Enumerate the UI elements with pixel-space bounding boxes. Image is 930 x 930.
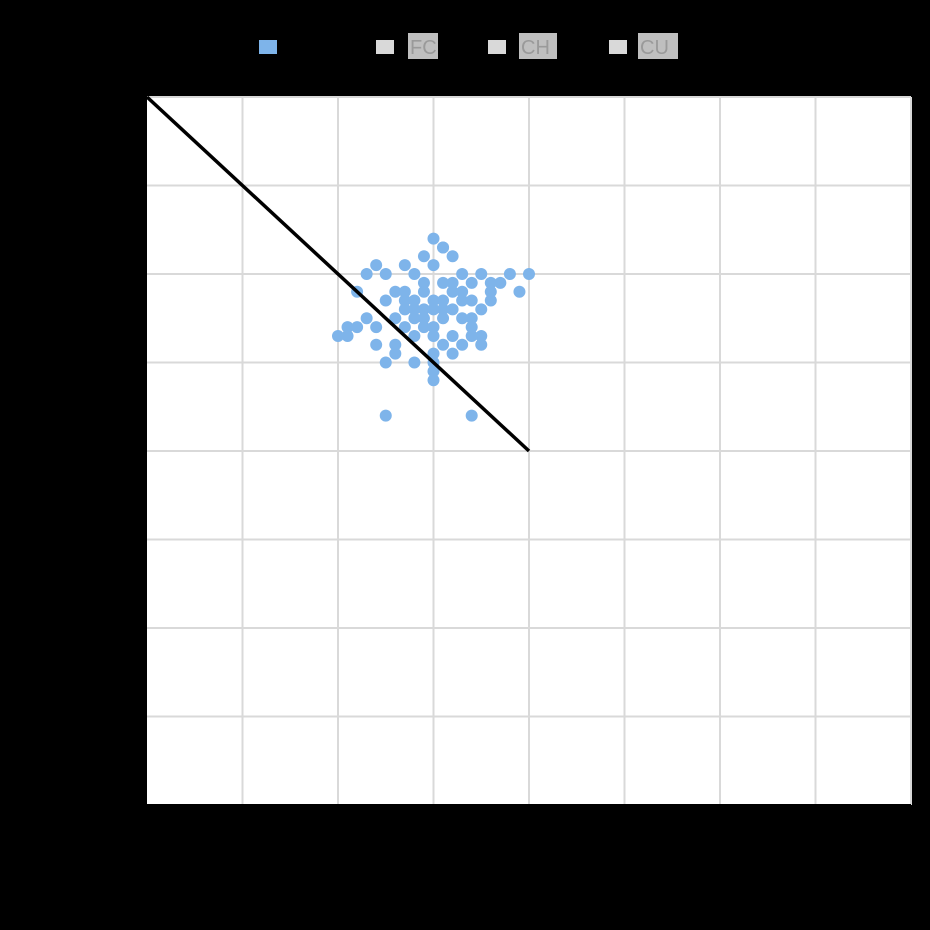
data-point-0-26 <box>417 250 430 263</box>
legend-label-2: CH <box>521 37 550 59</box>
data-point-0-48 <box>370 338 383 351</box>
data-point-0-72 <box>389 285 402 298</box>
data-point-0-21 <box>475 303 488 316</box>
data-point-0-43 <box>513 285 526 298</box>
data-point-0-18 <box>379 294 392 307</box>
data-point-0-57 <box>427 374 440 387</box>
data-point-0-9 <box>446 329 459 342</box>
data-point-0-49 <box>389 347 402 360</box>
data-point-0-68 <box>446 303 459 316</box>
legend-swatch-1 <box>376 40 394 54</box>
data-point-0-37 <box>427 232 440 245</box>
data-point-0-73 <box>465 312 478 325</box>
data-point-0-41 <box>475 268 488 280</box>
data-point-0-35 <box>370 259 383 272</box>
data-point-0-62 <box>484 285 497 298</box>
data-point-0-76 <box>437 294 450 307</box>
data-point-0-12 <box>437 338 450 351</box>
data-point-0-24 <box>370 321 383 334</box>
data-point-0-64 <box>417 285 430 298</box>
data-point-0-42 <box>494 276 507 289</box>
data-point-0-54 <box>465 329 478 342</box>
legend-swatch-0 <box>259 40 277 54</box>
data-point-0-19 <box>446 250 459 263</box>
data-point-0-45 <box>503 268 516 280</box>
data-point-0-51 <box>408 356 421 369</box>
data-point-0-44 <box>523 268 535 280</box>
data-point-0-27 <box>456 338 469 351</box>
data-point-0-58 <box>379 409 392 422</box>
legend-swatch-3 <box>609 40 627 54</box>
legend-label-1: FC <box>410 37 437 59</box>
data-point-0-74 <box>456 294 469 307</box>
data-point-0-16 <box>427 259 440 272</box>
data-point-0-77 <box>408 294 421 307</box>
legend-swatch-2 <box>488 40 506 54</box>
data-point-0-30 <box>408 268 421 280</box>
data-point-0-38 <box>437 241 450 254</box>
data-point-0-70 <box>417 321 430 334</box>
scatter-chart: FC CH CU <box>0 0 930 930</box>
data-point-0-69 <box>427 329 440 342</box>
data-point-0-61 <box>332 329 344 342</box>
data-point-0-71 <box>446 276 459 289</box>
data-point-0-55 <box>475 338 488 351</box>
data-point-0-50 <box>379 356 392 369</box>
data-point-0-53 <box>446 347 459 360</box>
legend-label-3: CU <box>640 37 669 59</box>
data-point-0-59 <box>465 409 478 422</box>
data-point-0-36 <box>398 259 411 272</box>
data-point-0-75 <box>398 303 411 316</box>
data-point-0-34 <box>379 268 392 280</box>
data-point-0-66 <box>408 312 421 325</box>
data-point-0-39 <box>465 276 478 289</box>
data-point-0-67 <box>437 312 450 325</box>
data-point-0-79 <box>417 303 430 316</box>
data-point-0-28 <box>360 312 373 325</box>
data-point-0-33 <box>360 268 373 280</box>
data-point-0-14 <box>456 268 469 280</box>
